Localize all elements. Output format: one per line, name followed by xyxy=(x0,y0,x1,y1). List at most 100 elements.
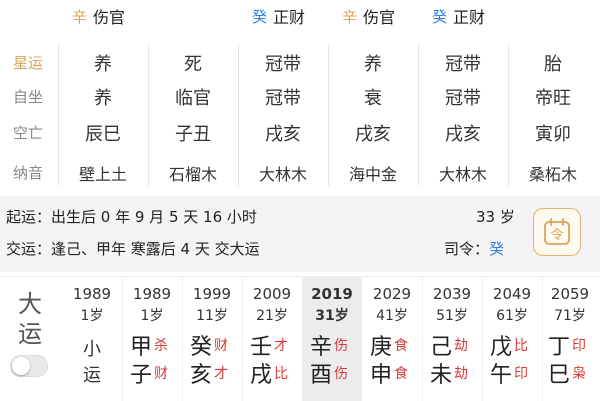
dayun-zhi-god: 才 xyxy=(214,366,228,382)
xingyun-cell: 胎 xyxy=(544,54,562,75)
dayun-gan-god: 才 xyxy=(274,338,288,354)
zizuo-cell: 冠带 xyxy=(445,88,481,109)
stem-label: 癸 xyxy=(252,7,268,26)
xingyun-cell: 冠带 xyxy=(265,54,301,75)
dayun-gan-god: 劫 xyxy=(454,338,468,354)
dayun-column[interactable]: 1989 1岁 甲 杀 子 财 xyxy=(122,277,182,401)
ten-god-label: 伤官 xyxy=(363,8,396,27)
kongwang-cell: 戌亥 xyxy=(265,124,301,145)
nayin-cell: 大林木 xyxy=(438,165,487,184)
dayun-column[interactable]: 2059 71岁 丁 印 巳 枭 xyxy=(540,277,600,401)
ten-god-label: 伤官 xyxy=(93,8,126,27)
nayin-cell: 壁上土 xyxy=(78,165,127,184)
row-label-kongwang: 空亡 xyxy=(12,124,43,142)
xiaoyun-toggle[interactable] xyxy=(10,355,48,377)
row-label-zizuo: 自坐 xyxy=(12,88,43,106)
jiaoyun-line: 交运：逢己、甲年 寒露后 4 天 交大运 xyxy=(6,238,260,259)
kongwang-cell: 寅卯 xyxy=(535,124,571,145)
dayun-zhi-god: 财 xyxy=(154,366,168,382)
dayun-age: 11岁 xyxy=(196,308,228,324)
dayun-zhi-god: 劫 xyxy=(454,366,468,382)
zizuo-cell: 养 xyxy=(94,88,112,109)
ten-gods-row: 辛 伤官 癸 正财 辛 伤官 癸 正财 xyxy=(0,0,600,39)
dayun-year: 2049 xyxy=(492,285,532,303)
row-label-nayin: 纳音 xyxy=(12,164,43,182)
dayun-zhi: 巳 xyxy=(548,363,571,388)
siling-button[interactable]: 令 xyxy=(533,208,581,256)
xingyun-cell: 养 xyxy=(94,54,112,75)
dayun-zhi: 亥 xyxy=(190,363,213,388)
dayun-zhi-god: 食 xyxy=(394,366,408,382)
dayun-age: 71岁 xyxy=(554,308,586,324)
yun-info-panel: 起运：出生后 0 年 9 月 5 天 16 小时 33 岁 交运：逢己、甲年 寒… xyxy=(0,196,600,272)
dayun-zhi: 戌 xyxy=(250,363,273,388)
dayun-zhi-god: 印 xyxy=(514,366,528,382)
dayun-column-current[interactable]: 2019 31岁 辛 伤 酉 伤 xyxy=(302,277,362,401)
dayun-title-top: 大 xyxy=(18,290,42,318)
xiaoyun-label-top: 小 xyxy=(83,339,101,360)
dayun-row: 大 运 1989 1岁 小 运 1989 1岁 甲 杀 子 财 1999 11岁… xyxy=(0,276,600,401)
dayun-age: 1岁 xyxy=(140,308,164,324)
nayin-cell: 桑柘木 xyxy=(528,165,577,184)
dayun-year: 2009 xyxy=(252,285,292,303)
dayun-age: 21岁 xyxy=(256,308,288,324)
dayun-column[interactable]: 2049 61岁 戊 比 午 印 xyxy=(482,277,542,401)
qiyun-line: 起运：出生后 0 年 9 月 5 天 16 小时 xyxy=(6,206,257,227)
dayun-column[interactable]: 2009 21岁 壬 才 戌 比 xyxy=(242,277,302,401)
dayun-year: 2039 xyxy=(432,285,472,303)
dayun-gan: 癸 xyxy=(190,335,213,360)
dayun-gan: 壬 xyxy=(250,335,273,360)
dayun-zhi-god: 伤 xyxy=(334,366,348,382)
xingyun-cell: 死 xyxy=(184,54,202,75)
dayun-zhi-god: 枭 xyxy=(572,366,586,382)
jiaoyun-text: 逢己、甲年 寒露后 4 天 交大运 xyxy=(51,240,260,258)
pillar-grid: 星运 自坐 空亡 纳音 养 养 辰巳 壁上土 死 临官 子丑 石榴木 冠带 冠带… xyxy=(0,38,600,193)
row-label-xingyun: 星运 xyxy=(12,54,43,72)
dayun-zhi: 午 xyxy=(490,363,513,388)
dayun-gan: 庚 xyxy=(370,335,393,360)
zizuo-cell: 帝旺 xyxy=(535,88,571,109)
dayun-zhi: 子 xyxy=(130,363,153,388)
stem-label: 辛 xyxy=(342,7,358,26)
ten-god-label: 正财 xyxy=(273,8,306,27)
dayun-year: 1989 xyxy=(132,285,172,303)
ten-god-label: 正财 xyxy=(453,8,486,27)
dayun-gan-god: 杀 xyxy=(154,338,168,354)
dayun-gan: 戊 xyxy=(490,335,513,360)
dayun-title-bottom: 运 xyxy=(18,320,42,348)
dayun-year: 2029 xyxy=(372,285,412,303)
zizuo-cell: 衰 xyxy=(364,88,382,109)
dayun-year: 2059 xyxy=(550,285,590,303)
stem-label: 癸 xyxy=(432,7,448,26)
siling-label: 司令： xyxy=(444,240,490,258)
dayun-column[interactable]: 1999 11岁 癸 财 亥 才 xyxy=(182,277,242,401)
jiaoyun-label: 交运： xyxy=(6,240,52,258)
ten-god-cell: 辛 伤官 xyxy=(72,4,125,28)
dayun-zhi-god: 比 xyxy=(274,366,288,382)
ling-glyph: 令 xyxy=(550,228,563,243)
dayun-age: 51岁 xyxy=(436,308,468,324)
ling-calendar-icon: 令 xyxy=(544,218,570,245)
dayun-column[interactable]: 2039 51岁 己 劫 未 劫 xyxy=(422,277,482,401)
dayun-age: 61岁 xyxy=(496,308,528,324)
dayun-column[interactable]: 2029 41岁 庚 食 申 食 xyxy=(362,277,422,401)
dayun-gan-god: 食 xyxy=(394,338,408,354)
siling-value: 癸 xyxy=(489,240,505,258)
xiaoyun-label-bottom: 运 xyxy=(83,365,101,386)
dayun-zhi: 酉 xyxy=(310,363,333,388)
dayun-gan: 丁 xyxy=(548,335,571,360)
dayun-age: 31岁 xyxy=(315,308,349,324)
dayun-year: 1989 xyxy=(72,285,112,303)
xingyun-cell: 冠带 xyxy=(445,54,481,75)
stem-label: 辛 xyxy=(72,7,88,26)
dayun-year: 1999 xyxy=(192,285,232,303)
dayun-column[interactable]: 1989 1岁 小 运 xyxy=(62,277,122,401)
kongwang-cell: 戌亥 xyxy=(445,124,481,145)
dayun-gan-god: 财 xyxy=(214,338,228,354)
nayin-cell: 海中金 xyxy=(348,165,397,184)
ten-god-cell: 癸 正财 xyxy=(432,4,485,28)
dayun-zhi: 申 xyxy=(370,363,393,388)
dayun-age: 41岁 xyxy=(376,308,408,324)
xiaoyun-label: 小 运 xyxy=(62,337,122,389)
toggle-knob xyxy=(12,357,30,375)
